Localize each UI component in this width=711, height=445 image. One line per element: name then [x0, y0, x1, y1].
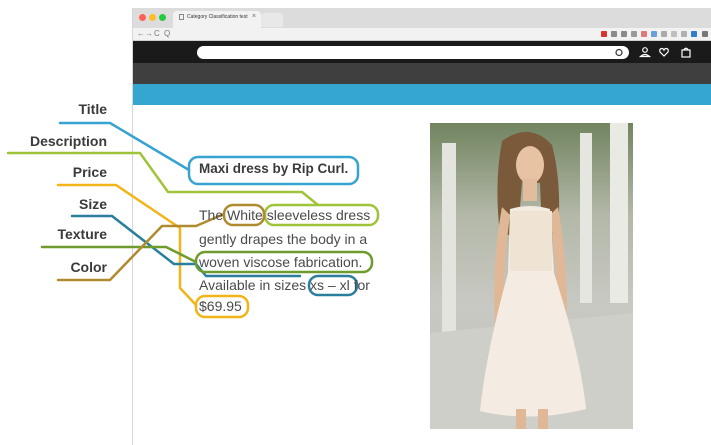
product-title: Maxi dress by Rip Curl.: [199, 161, 349, 176]
texture-value: woven viscose fabrication.: [199, 254, 363, 270]
description-text: for: [349, 277, 370, 293]
description-text: Available in sizes: [199, 277, 311, 293]
size-label: Size: [78, 196, 107, 212]
color-label: Color: [70, 259, 107, 275]
size-value: xs – xl: [310, 277, 350, 293]
title-label: Title: [78, 101, 107, 117]
description-text: The: [199, 207, 228, 223]
color-value: White: [227, 207, 263, 223]
texture-label: Texture: [57, 226, 107, 242]
price-value: $69.95: [199, 298, 242, 314]
annotated-screenshot: Category Classification test × ← → C Q T…: [0, 0, 711, 445]
description-line-1: The White sleeveless dress: [199, 207, 370, 223]
description-text: sleeveless dress: [262, 207, 371, 223]
texture-connector-line: [40, 245, 198, 264]
description-line-2: gently drapes the body in a: [199, 231, 368, 247]
description-line-4: Available in sizes xs – xl for: [199, 277, 370, 293]
price-label: Price: [72, 164, 107, 180]
description-label: Description: [29, 133, 107, 149]
